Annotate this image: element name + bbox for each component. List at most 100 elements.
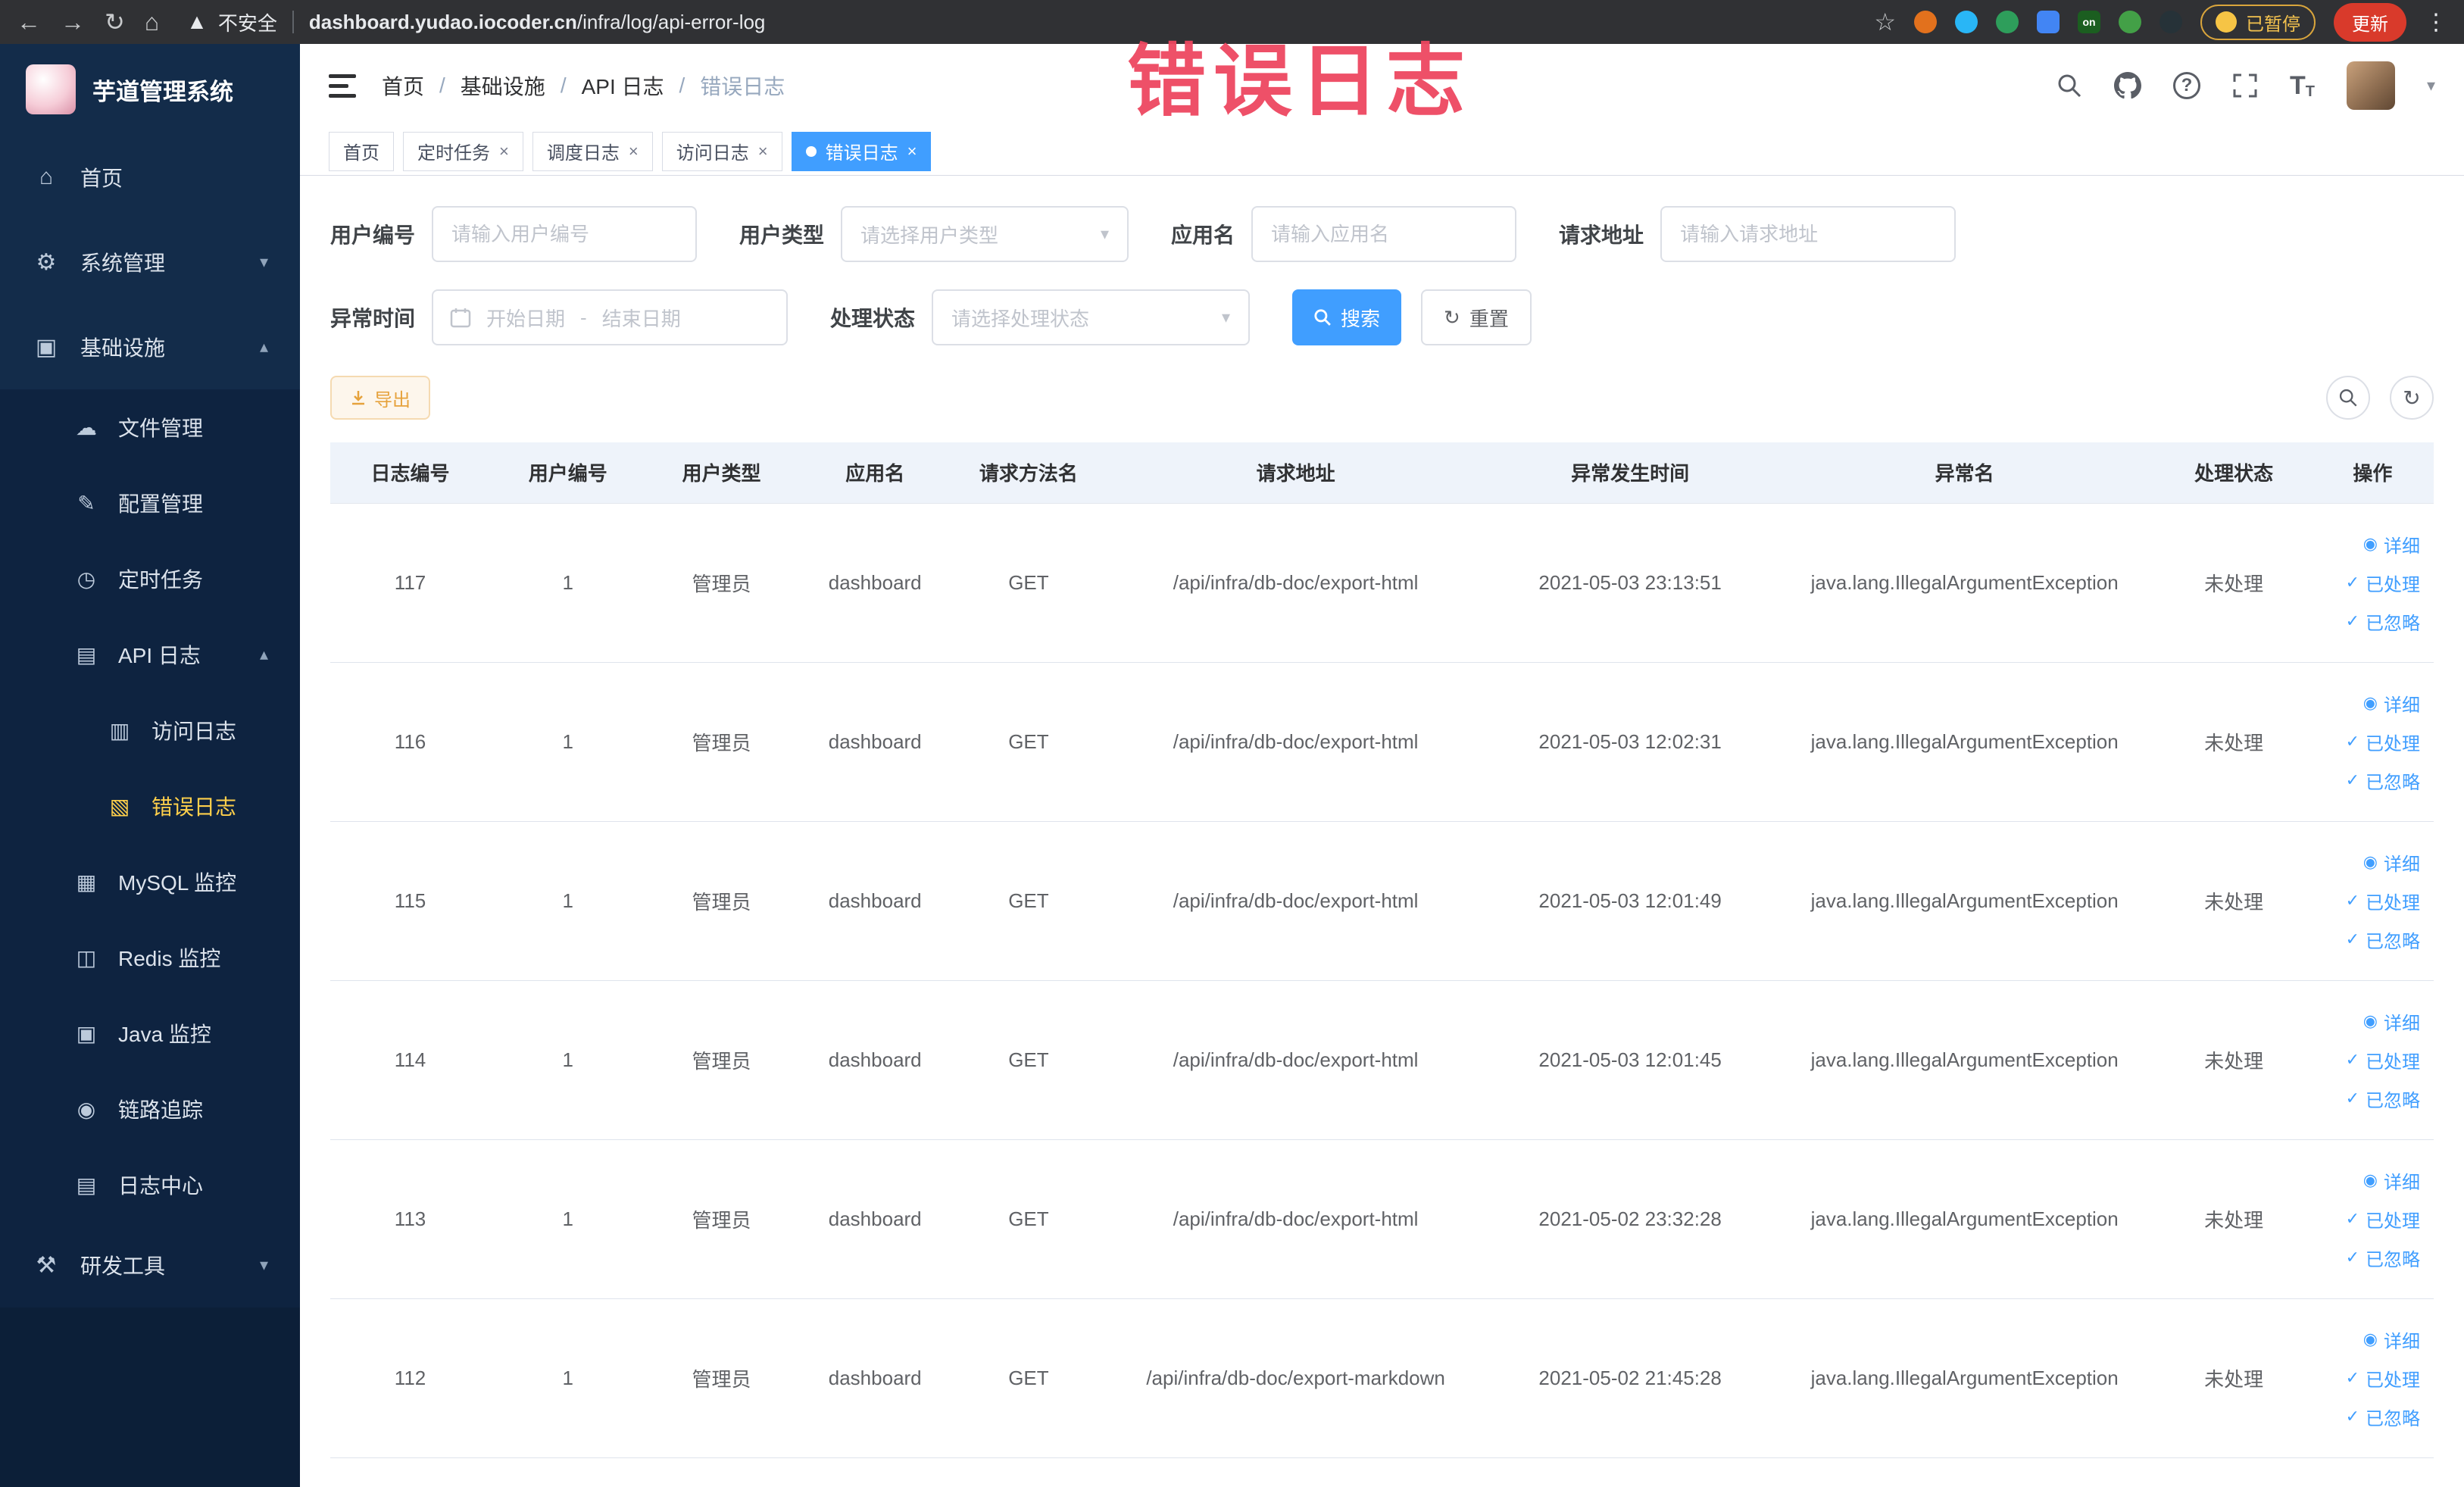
- detail-link[interactable]: ◉ 详细: [2363, 690, 2420, 717]
- mark-ignored-link[interactable]: ✓ 已忽略: [2346, 1245, 2420, 1271]
- help-icon[interactable]: ?: [2172, 72, 2200, 99]
- refresh-table-button[interactable]: ↻: [2390, 376, 2434, 420]
- sidebar-item-file-manage[interactable]: ☁ 文件管理: [0, 389, 300, 465]
- tab-access-log[interactable]: 访问日志 ×: [661, 131, 782, 171]
- extension-leaf-icon[interactable]: [2119, 11, 2141, 33]
- chevron-down-icon: ▾: [1100, 224, 1110, 243]
- extension-on-icon[interactable]: on: [2078, 11, 2100, 33]
- mark-processed-link[interactable]: ✓ 已处理: [2346, 729, 2420, 755]
- mark-processed-link[interactable]: ✓ 已处理: [2346, 570, 2420, 596]
- start-date-placeholder: 开始日期: [486, 307, 566, 330]
- font-size-small: T: [2305, 83, 2315, 100]
- sidebar-item-config-manage[interactable]: ✎ 配置管理: [0, 465, 300, 541]
- sidebar-item-java-monitor[interactable]: ▣ Java 监控: [0, 995, 300, 1071]
- toggle-search-button[interactable]: [2326, 376, 2370, 420]
- request-url-input[interactable]: [1660, 206, 1957, 262]
- chrome-update-button[interactable]: 更新: [2334, 2, 2406, 42]
- font-size-large: T: [2289, 70, 2306, 100]
- detail-link[interactable]: ◉ 详细: [2363, 1008, 2420, 1035]
- url-bar[interactable]: ▲ 不安全 dashboard.yudao.iocoder.cn/infra/l…: [186, 8, 765, 36]
- collapse-sidebar-icon[interactable]: [329, 73, 356, 98]
- fullscreen-icon[interactable]: [2232, 73, 2258, 98]
- cell-user-id: 1: [490, 1139, 646, 1299]
- tab-error-log[interactable]: 错误日志 ×: [791, 131, 932, 171]
- sidebar-item-infrastructure[interactable]: ▣ 基础设施 ▴: [0, 305, 300, 389]
- sidebar-item-api-log[interactable]: ▤ API 日志 ▴: [0, 617, 300, 692]
- sidebar-logo[interactable]: 芋道管理系统: [0, 44, 300, 135]
- sidebar-item-dev-tools[interactable]: ⚒ 研发工具 ▾: [0, 1223, 300, 1307]
- detail-link[interactable]: ◉ 详细: [2363, 1167, 2420, 1194]
- cell-user-type: 管理员: [645, 503, 798, 663]
- mark-ignored-link[interactable]: ✓ 已忽略: [2346, 767, 2420, 794]
- profile-paused-badge[interactable]: 已暂停: [2200, 4, 2316, 40]
- app-name-input[interactable]: [1251, 206, 1517, 262]
- grid-icon: ▦: [76, 870, 97, 894]
- sidebar-item-log-center[interactable]: ▤ 日志中心: [0, 1147, 300, 1223]
- mark-processed-link[interactable]: ✓ 已处理: [2346, 1365, 2420, 1392]
- process-status-select[interactable]: 请选择处理状态 ▾: [932, 289, 1251, 345]
- cell-exception-name: java.lang.IllegalArgumentException: [1772, 662, 2156, 822]
- cell-method: GET: [952, 980, 1104, 1140]
- forward-icon[interactable]: →: [61, 10, 85, 34]
- detail-link[interactable]: ◉ 详细: [2363, 531, 2420, 558]
- sidebar-item-system[interactable]: ⚙ 系统管理 ▾: [0, 220, 300, 305]
- url-text[interactable]: dashboard.yudao.iocoder.cn/infra/log/api…: [309, 11, 766, 34]
- sidebar-item-home[interactable]: ⌂ 首页: [0, 135, 300, 220]
- extension-icon-1[interactable]: [1914, 11, 1937, 33]
- font-size-icon[interactable]: TT: [2290, 71, 2315, 101]
- breadcrumb-item[interactable]: 基础设施: [461, 70, 545, 101]
- cell-app-name: dashboard: [797, 980, 953, 1140]
- bookmark-star-icon[interactable]: ☆: [1874, 10, 1896, 34]
- search-icon[interactable]: [2056, 73, 2082, 98]
- chevron-up-icon: ▴: [259, 645, 268, 664]
- tab-home[interactable]: 首页: [329, 131, 394, 171]
- home-icon[interactable]: ⌂: [145, 10, 159, 34]
- mark-ignored-link[interactable]: ✓ 已忽略: [2346, 1086, 2420, 1112]
- mark-processed-link[interactable]: ✓ 已处理: [2346, 888, 2420, 914]
- extension-vue-icon[interactable]: [1996, 11, 2019, 33]
- mark-ignored-link[interactable]: ✓ 已忽略: [2346, 608, 2420, 635]
- sidebar-item-access-log[interactable]: ▥ 访问日志: [0, 692, 300, 768]
- search-button[interactable]: 搜索: [1292, 289, 1402, 345]
- chrome-menu-icon[interactable]: ⋮: [2425, 9, 2447, 36]
- detail-link[interactable]: ◉ 详细: [2363, 849, 2420, 876]
- tab-dispatch-log[interactable]: 调度日志 ×: [532, 131, 653, 171]
- sidebar-item-label: 定时任务: [118, 568, 204, 592]
- sidebar-item-mysql-monitor[interactable]: ▦ MySQL 监控: [0, 844, 300, 920]
- close-icon[interactable]: ×: [907, 142, 917, 161]
- extension-icon-2[interactable]: [1955, 11, 1978, 33]
- extension-paw-icon[interactable]: [2160, 11, 2182, 33]
- reload-icon[interactable]: ↻: [105, 10, 125, 34]
- date-range-picker[interactable]: 开始日期 - 结束日期: [432, 289, 789, 345]
- mark-ignored-link[interactable]: ✓ 已忽略: [2346, 1404, 2420, 1430]
- breadcrumb-item[interactable]: API 日志: [582, 70, 664, 101]
- close-icon[interactable]: ×: [629, 142, 639, 161]
- close-icon[interactable]: ×: [758, 142, 768, 161]
- user-avatar[interactable]: [2346, 61, 2395, 110]
- sidebar-item-scheduled-job[interactable]: ◷ 定时任务: [0, 541, 300, 617]
- sidebar-item-redis-monitor[interactable]: ◫ Redis 监控: [0, 920, 300, 995]
- tab-scheduled-job[interactable]: 定时任务 ×: [403, 131, 523, 171]
- detail-link[interactable]: ◉ 详细: [2363, 1326, 2420, 1353]
- sidebar-item-label: MySQL 监控: [118, 871, 237, 895]
- back-icon[interactable]: ←: [17, 10, 41, 34]
- sidebar-item-trace[interactable]: ◉ 链路追踪: [0, 1071, 300, 1147]
- breadcrumb-item[interactable]: 首页: [382, 70, 424, 101]
- mark-processed-link[interactable]: ✓ 已处理: [2346, 1047, 2420, 1073]
- sidebar-item-error-log[interactable]: ▧ 错误日志: [0, 768, 300, 844]
- col-request-url: 请求地址: [1104, 442, 1488, 504]
- extension-grid-icon[interactable]: [2037, 11, 2060, 33]
- mark-ignored-link[interactable]: ✓ 已忽略: [2346, 926, 2420, 953]
- reset-button[interactable]: ↻ 重置: [1421, 289, 1532, 345]
- user-id-input[interactable]: [432, 206, 698, 262]
- mark-processed-link[interactable]: ✓ 已处理: [2346, 1206, 2420, 1232]
- table-row: 114 1 管理员 dashboard GET /api/infra/db-do…: [330, 980, 2434, 1140]
- avatar-caret-icon[interactable]: ▾: [2427, 76, 2435, 95]
- export-button[interactable]: 导出: [330, 376, 430, 420]
- cell-app-name: dashboard: [797, 503, 953, 663]
- github-icon[interactable]: [2113, 72, 2141, 99]
- user-type-select[interactable]: 请选择用户类型 ▾: [841, 206, 1129, 262]
- tab-label: 首页: [343, 143, 379, 164]
- close-icon[interactable]: ×: [499, 142, 509, 161]
- cell-actions: ◉ 详细 ✓ 已处理 ✓ 已忽略: [2311, 1139, 2434, 1299]
